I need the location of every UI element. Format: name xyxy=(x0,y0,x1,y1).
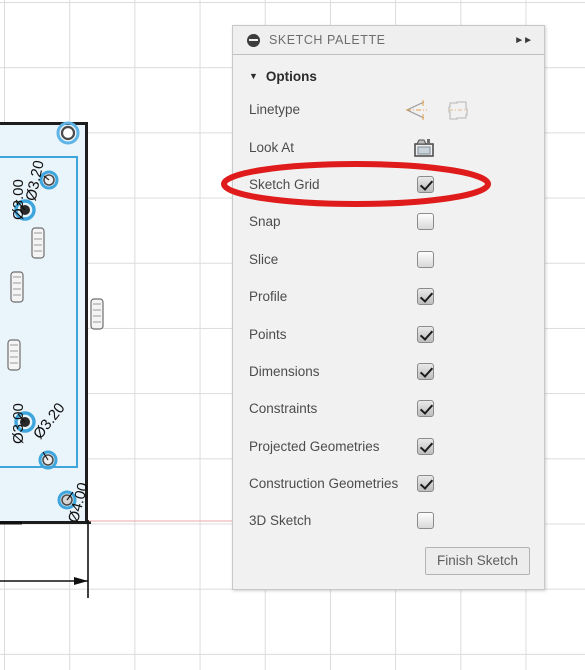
minimize-icon[interactable] xyxy=(247,33,260,47)
option-control xyxy=(400,362,530,380)
profile-line-bottom xyxy=(0,466,78,468)
option-label: Dimensions xyxy=(249,363,320,379)
option-control xyxy=(400,213,530,231)
chevron-down-icon[interactable]: ▼ xyxy=(249,72,258,81)
checkbox-sketch-grid[interactable] xyxy=(417,175,434,193)
sketch-palette-panel[interactable]: SKETCH PALETTE ►► ▼ Options Linetype Loo… xyxy=(232,25,545,590)
option-row-slice[interactable]: Slice xyxy=(233,241,544,278)
option-label: Points xyxy=(249,326,287,342)
option-row-sketch-grid[interactable]: Sketch Grid xyxy=(233,166,544,203)
option-label: Construction Geometries xyxy=(249,476,399,492)
option-control xyxy=(400,288,530,306)
option-label: Constraints xyxy=(249,401,318,417)
option-label: Projected Geometries xyxy=(249,438,380,454)
palette-body: ▼ Options Linetype Look At Sketch Grid S… xyxy=(233,55,544,547)
checkbox-constraints[interactable] xyxy=(417,400,434,418)
checkbox-projected-geometries[interactable] xyxy=(417,437,434,455)
dimension-label: Ø3.00 xyxy=(10,403,27,444)
centerline-rect-icon[interactable] xyxy=(446,100,470,120)
finish-sketch-button[interactable]: Finish Sketch xyxy=(424,547,530,575)
option-control xyxy=(400,325,530,343)
profile-line-vertical-right xyxy=(76,156,78,468)
double-chevron-right-icon[interactable]: ►► xyxy=(514,35,533,46)
checkbox-points[interactable] xyxy=(417,325,434,343)
look-at-icon[interactable] xyxy=(414,138,434,157)
option-control xyxy=(400,512,530,530)
option-label: Snap xyxy=(249,214,281,230)
option-control xyxy=(400,138,530,157)
palette-title: SKETCH PALETTE xyxy=(269,33,386,47)
option-label: Profile xyxy=(249,289,288,305)
option-label: Slice xyxy=(249,251,279,267)
option-row-profile[interactable]: Profile xyxy=(233,278,544,315)
construction-line-icon[interactable] xyxy=(404,99,428,120)
checkbox-dimensions[interactable] xyxy=(417,362,434,380)
option-row-constraints[interactable]: Constraints xyxy=(233,390,544,427)
option-row-linetype[interactable]: Linetype xyxy=(233,91,544,128)
options-section-header[interactable]: ▼ Options xyxy=(233,62,544,91)
option-control xyxy=(400,400,530,418)
option-row-projected-geometries[interactable]: Projected Geometries xyxy=(233,428,544,465)
option-label: Look At xyxy=(249,139,295,155)
option-row-snap[interactable]: Snap xyxy=(233,203,544,240)
option-control xyxy=(400,99,530,120)
option-label: Sketch Grid xyxy=(249,176,320,192)
checkbox-snap[interactable] xyxy=(417,213,434,231)
checkbox-slice[interactable] xyxy=(417,250,434,268)
option-control xyxy=(400,475,530,493)
option-row-dimensions[interactable]: Dimensions xyxy=(233,353,544,390)
checkbox-construction-geometries[interactable] xyxy=(417,475,434,493)
option-row-look-at[interactable]: Look At xyxy=(233,128,544,165)
option-control xyxy=(400,250,530,268)
options-section-title: Options xyxy=(265,69,317,84)
option-row-3d-sketch[interactable]: 3D Sketch xyxy=(233,502,544,539)
option-control xyxy=(400,175,530,193)
profile-line-top xyxy=(0,156,78,158)
checkbox-profile[interactable] xyxy=(417,288,434,306)
palette-titlebar[interactable]: SKETCH PALETTE ►► xyxy=(233,26,544,55)
option-control xyxy=(400,437,530,455)
option-row-points[interactable]: Points xyxy=(233,315,544,352)
option-row-construction-geometries[interactable]: Construction Geometries xyxy=(233,465,544,502)
option-label: 3D Sketch xyxy=(249,513,312,529)
checkbox-3d-sketch[interactable] xyxy=(417,512,434,530)
palette-footer: Finish Sketch xyxy=(233,547,544,589)
option-label: Linetype xyxy=(249,102,301,118)
